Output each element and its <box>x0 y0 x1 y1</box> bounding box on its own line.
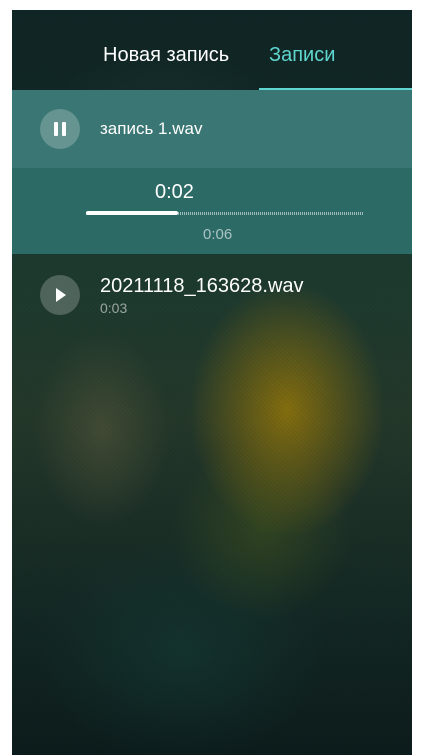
playback-progress-fill <box>86 211 178 215</box>
active-recording-title: запись 1.wav <box>100 119 203 138</box>
tab-bar: Новая запись Записи <box>12 10 412 90</box>
recorder-screen: Новая запись Записи запись 1.wav 0:02 0:… <box>12 10 412 755</box>
active-recording-header[interactable]: запись 1.wav <box>12 90 412 168</box>
total-duration: 0:06 <box>203 226 233 243</box>
play-button[interactable] <box>40 275 80 315</box>
pause-icon <box>54 122 66 136</box>
recording-duration: 0:03 <box>100 300 128 316</box>
tab-new-recording[interactable]: Новая запись <box>103 43 229 67</box>
pause-button[interactable] <box>40 109 80 149</box>
tab-recordings[interactable]: Записи <box>269 43 335 67</box>
elapsed-time: 0:02 <box>155 181 194 203</box>
active-recording-panel: запись 1.wav 0:02 0:06 <box>12 90 412 254</box>
playback-progress-bar[interactable] <box>86 211 364 215</box>
recording-title: 20211118_163628.wav <box>100 275 304 297</box>
play-icon <box>56 288 66 302</box>
recording-list-item[interactable]: 20211118_163628.wav 0:03 <box>12 266 412 328</box>
